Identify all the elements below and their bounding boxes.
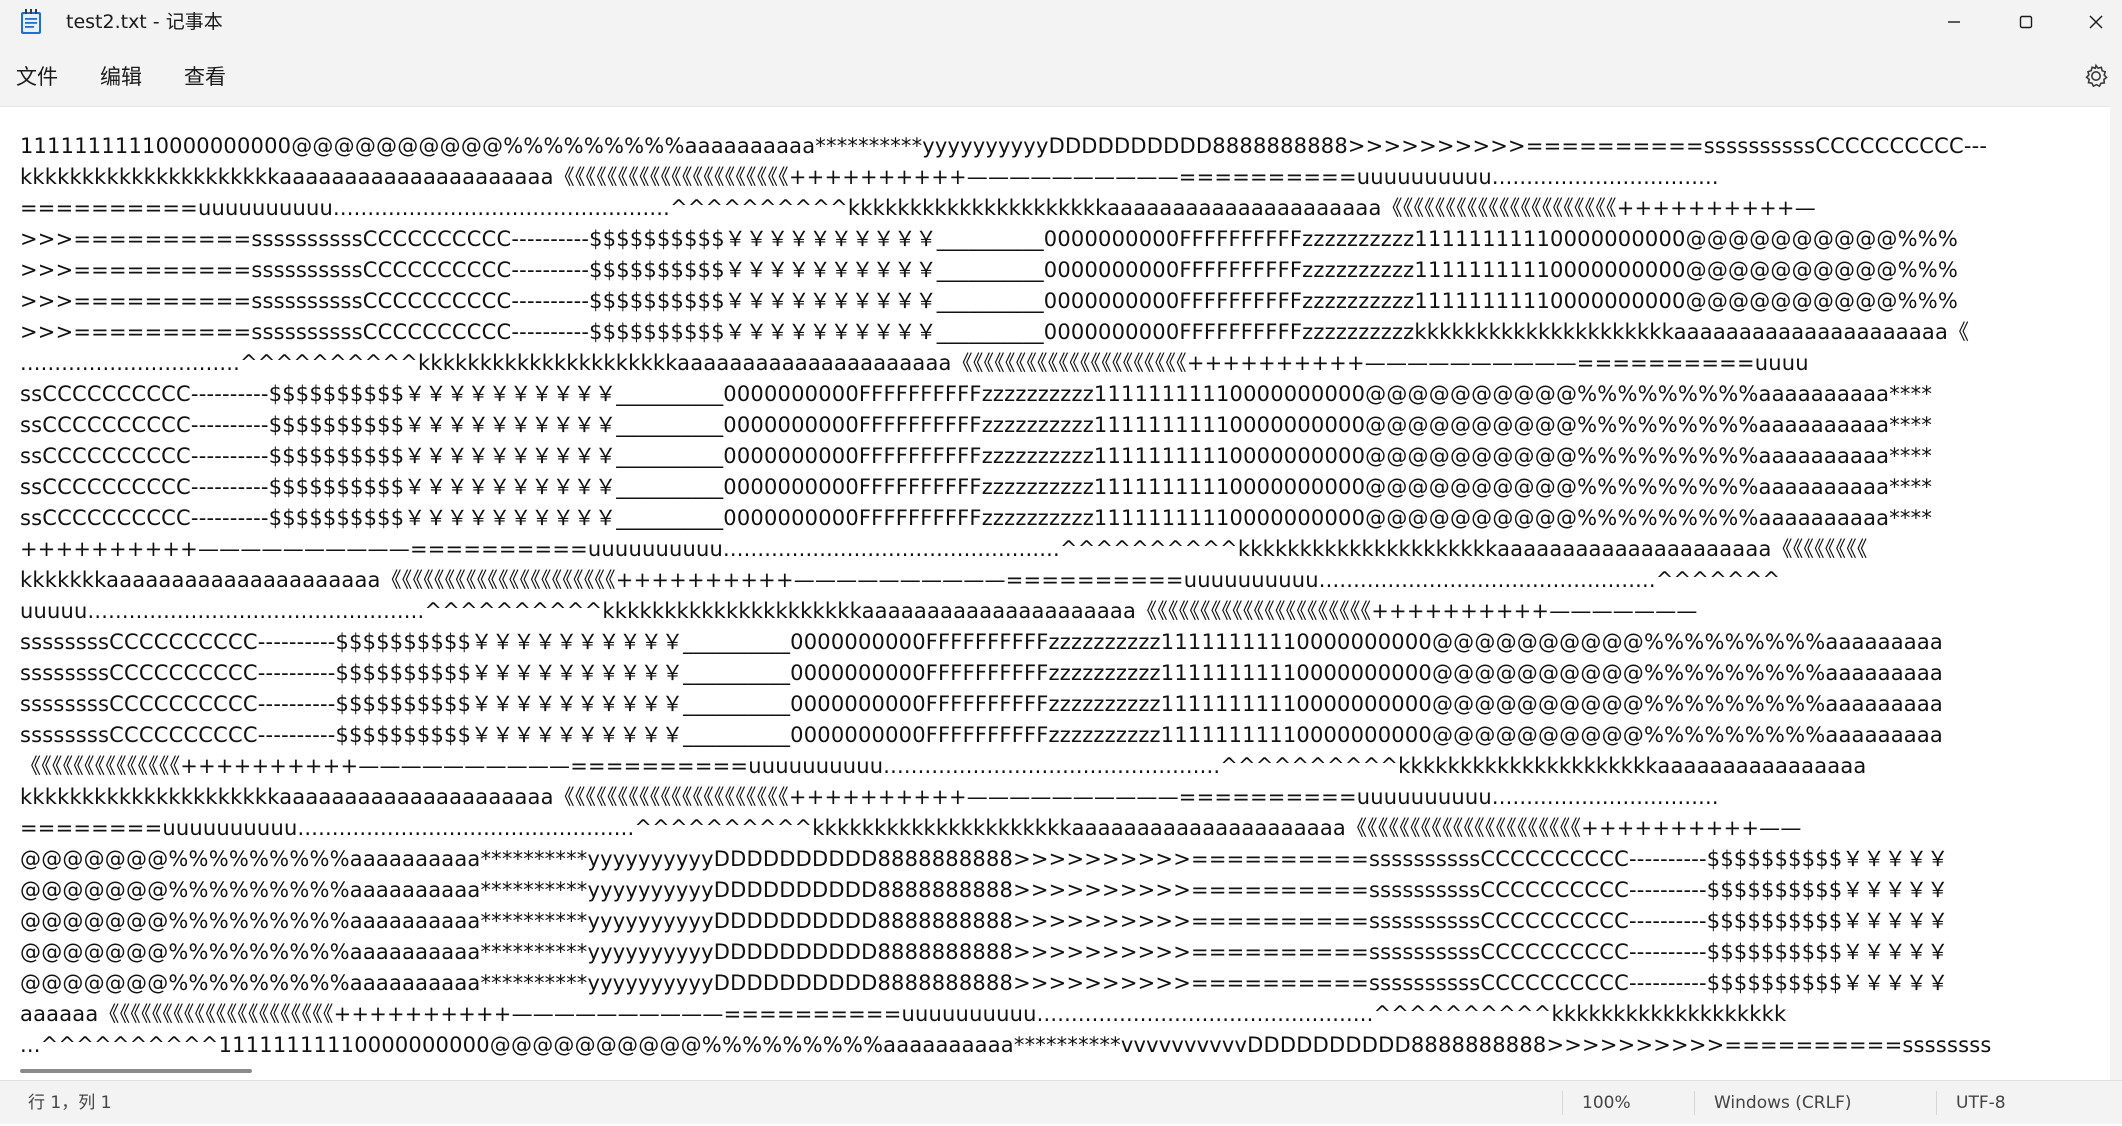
window-title: test2.txt - 记事本 xyxy=(66,11,223,33)
text-line: @@@@@@@%%%%%%%%%aaaaaaaaaa**********yyyy… xyxy=(20,971,1949,995)
text-line: >>>==========ssssssssssCCCCCCCCCC-------… xyxy=(20,258,1959,282)
cursor-position: 行 1，列 1 xyxy=(28,1093,112,1113)
text-editor[interactable]: 11111111110000000000@@@@@@@@@@%%%%%%%%%a… xyxy=(0,106,2110,1081)
text-line: ssssssssCCCCCCCCCC----------$$$$$$$$$$￥￥… xyxy=(20,723,1943,747)
text-line: >>>==========ssssssssssCCCCCCCCCC-------… xyxy=(20,289,1959,313)
text-line: ssssssssCCCCCCCCCC----------$$$$$$$$$$￥￥… xyxy=(20,692,1943,716)
text-line: 11111111110000000000@@@@@@@@@@%%%%%%%%%a… xyxy=(20,134,1988,158)
title-bar: test2.txt - 记事本 xyxy=(0,0,2122,44)
text-line: kkkkkkkkkkkkkkkkkkkkkaaaaaaaaaaaaaaaaaaa… xyxy=(20,785,1719,809)
text-line: aaaaaa《《《《《《《《《《《《《《《《《《《《《++++++++++———… xyxy=(20,1002,1787,1026)
text-line: @@@@@@@%%%%%%%%%aaaaaaaaaa**********yyyy… xyxy=(20,940,1949,964)
maximize-button[interactable] xyxy=(1994,0,2058,44)
minimize-icon xyxy=(1946,14,1962,30)
status-bar: 行 1，列 1 100% Windows (CRLF) UTF-8 xyxy=(0,1080,2122,1124)
text-line: ssCCCCCCCCCC----------$$$$$$$$$$￥￥￥￥￥￥￥￥… xyxy=(20,506,1933,530)
status-divider xyxy=(1694,1091,1695,1115)
text-line: @@@@@@@%%%%%%%%%aaaaaaaaaa**********yyyy… xyxy=(20,878,1949,902)
minimize-button[interactable] xyxy=(1922,0,1986,44)
text-line: >>>==========ssssssssssCCCCCCCCCC-------… xyxy=(20,227,1959,251)
maximize-icon xyxy=(2018,14,2034,30)
text-line: ssCCCCCCCCCC----------$$$$$$$$$$￥￥￥￥￥￥￥￥… xyxy=(20,382,1933,406)
menu-file[interactable]: 文件 xyxy=(14,44,60,110)
encoding[interactable]: UTF-8 xyxy=(1956,1081,2006,1126)
text-line: ssCCCCCCCCCC----------$$$$$$$$$$￥￥￥￥￥￥￥￥… xyxy=(20,475,1933,499)
text-line: ssCCCCCCCCCC----------$$$$$$$$$$￥￥￥￥￥￥￥￥… xyxy=(20,444,1933,468)
status-divider xyxy=(1936,1091,1937,1115)
text-line: kkkkkkkkkkkkkkkkkkkkkaaaaaaaaaaaaaaaaaaa… xyxy=(20,165,1719,189)
text-line: ==========uuuuuuuuuu....................… xyxy=(20,196,1816,220)
text-line: @@@@@@@%%%%%%%%%aaaaaaaaaa**********yyyy… xyxy=(20,847,1949,871)
zoom-level[interactable]: 100% xyxy=(1582,1081,1631,1126)
vertical-scrollbar[interactable] xyxy=(2110,106,2122,1080)
line-ending[interactable]: Windows (CRLF) xyxy=(1714,1081,1852,1126)
text-line: uuuuu...................................… xyxy=(20,599,1698,623)
menu-view[interactable]: 查看 xyxy=(182,44,228,110)
horizontal-scrollbar-thumb[interactable] xyxy=(20,1069,252,1073)
text-line: ...^^^^^^^^^^11111111110000000000@@@@@@@… xyxy=(20,1033,1992,1057)
text-line: ssCCCCCCCCCC----------$$$$$$$$$$￥￥￥￥￥￥￥￥… xyxy=(20,413,1933,437)
text-line: ssssssssCCCCCCCCCC----------$$$$$$$$$$￥￥… xyxy=(20,661,1943,685)
text-line: kkkkkkkaaaaaaaaaaaaaaaaaaaaa《《《《《《《《《《《《… xyxy=(20,568,1781,592)
menu-edit[interactable]: 编辑 xyxy=(98,44,144,110)
close-button[interactable] xyxy=(2064,0,2122,44)
text-line: >>>==========ssssssssssCCCCCCCCCC-------… xyxy=(20,320,1970,344)
status-divider xyxy=(1562,1091,1563,1115)
text-line: ========uuuuuuuuuu......................… xyxy=(20,816,1802,840)
text-line: ................................^^^^^^^^… xyxy=(20,351,1809,375)
close-icon xyxy=(2088,14,2104,30)
text-line: ssssssssCCCCCCCCCC----------$$$$$$$$$$￥￥… xyxy=(20,630,1943,654)
text-line: ++++++++++——————————==========uuuuuuuuuu… xyxy=(20,537,1868,561)
menu-bar: 文件 编辑 查看 xyxy=(0,44,2122,106)
gear-icon[interactable] xyxy=(2082,62,2110,90)
text-line: 《《《《《《《《《《《《《《++++++++++——————————======… xyxy=(20,754,1867,778)
text-line: @@@@@@@%%%%%%%%%aaaaaaaaaa**********yyyy… xyxy=(20,909,1949,933)
notepad-icon xyxy=(20,9,42,35)
